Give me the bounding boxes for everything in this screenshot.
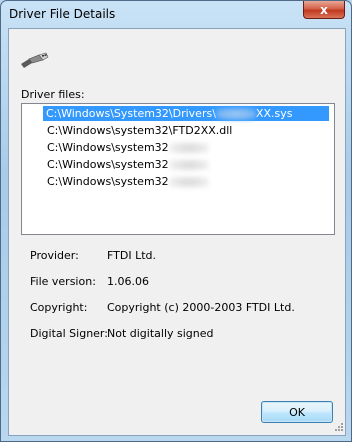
- list-item-file-3[interactable]: C:\Windows\system32: [44, 140, 212, 155]
- ok-button[interactable]: OK: [261, 401, 333, 423]
- list-item-file-5[interactable]: C:\Windows\system32: [44, 174, 212, 189]
- file-version-label: File version:: [30, 275, 96, 288]
- usb-connector-icon: [21, 52, 49, 68]
- redacted-text: [168, 142, 209, 154]
- file-version-value: 1.06.06: [107, 275, 149, 288]
- copyright-label: Copyright:: [30, 301, 88, 314]
- file-path: C:\Windows\System32\Drivers\: [46, 107, 216, 120]
- window-title: Driver File Details: [9, 7, 116, 21]
- list-item-ftd2xx-dll[interactable]: C:\Windows\system32\FTD2XX.dll: [44, 123, 235, 138]
- close-button[interactable]: x: [303, 1, 345, 19]
- title-bar[interactable]: Driver File Details x: [1, 1, 351, 28]
- redacted-text: [168, 176, 209, 188]
- dialog-window: Driver File Details x Driver files: C:\W…: [0, 0, 352, 442]
- provider-label: Provider:: [30, 249, 79, 262]
- driver-files-label: Driver files:: [21, 88, 85, 101]
- ok-button-label: OK: [289, 405, 305, 419]
- dialog-body: Driver files: C:\Windows\System32\Driver…: [8, 28, 346, 436]
- provider-value: FTDI Ltd.: [107, 249, 156, 262]
- redacted-text: [168, 159, 209, 171]
- driver-files-list[interactable]: C:\Windows\System32\Drivers\ XX.sys C:\Wi…: [21, 103, 335, 235]
- digital-signer-value: Not digitally signed: [107, 327, 214, 340]
- list-item-driver-sys[interactable]: C:\Windows\System32\Drivers\ XX.sys: [43, 106, 329, 121]
- copyright-value: Copyright (c) 2000-2003 FTDI Ltd.: [107, 301, 295, 314]
- file-path: C:\Windows\system32\FTD2XX.dll: [47, 124, 233, 137]
- size-grip-icon[interactable]: [332, 422, 344, 434]
- list-item-file-4[interactable]: C:\Windows\system32: [44, 157, 212, 172]
- close-icon: x: [320, 2, 328, 17]
- digital-signer-label: Digital Signer:: [30, 327, 108, 340]
- file-path: C:\Windows\system32: [47, 175, 169, 188]
- file-suffix: XX.sys: [255, 107, 293, 120]
- file-path: C:\Windows\system32: [47, 141, 169, 154]
- redacted-text: [215, 108, 256, 120]
- file-path: C:\Windows\system32: [47, 158, 169, 171]
